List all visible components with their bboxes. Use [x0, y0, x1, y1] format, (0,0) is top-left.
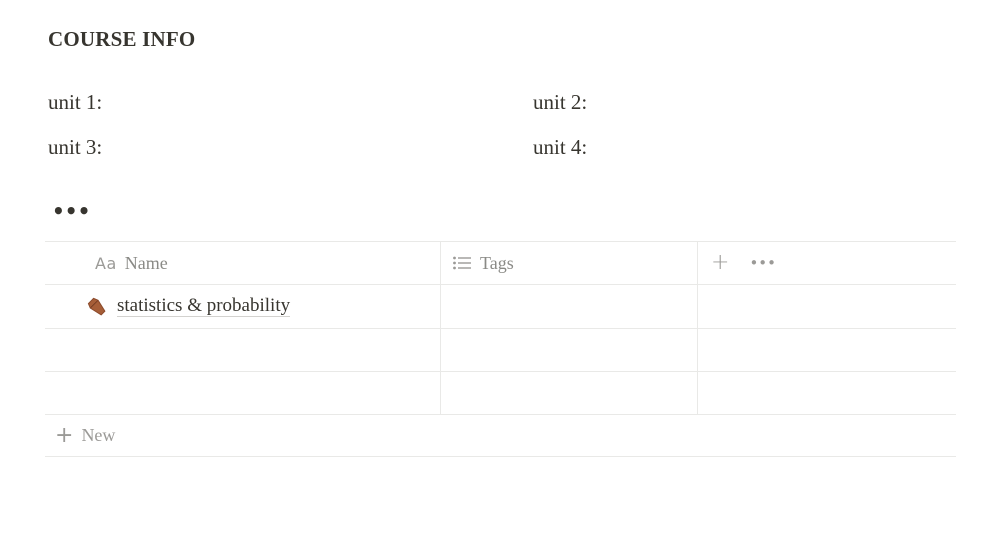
column-header-actions: + •••	[698, 242, 956, 284]
text-property-icon: Aa	[95, 253, 117, 273]
column-header-name[interactable]: Aa Name	[45, 242, 441, 284]
more-options-icon[interactable]: •••	[749, 254, 776, 272]
page-heading: COURSE INFO	[48, 27, 196, 51]
database-table: Aa Name Tags + ••• statistics & probabil…	[45, 241, 956, 457]
table-cell-tags[interactable]	[441, 372, 698, 414]
new-row-label: New	[81, 425, 116, 445]
unit-1-label: unit 1:	[48, 90, 103, 114]
table-row[interactable]	[45, 372, 956, 415]
plus-icon: +	[55, 422, 74, 448]
table-cell-name[interactable]: statistics & probability	[45, 285, 441, 328]
add-property-icon[interactable]: +	[711, 252, 729, 274]
table-cell-tags[interactable]	[441, 329, 698, 371]
unit-4-label: unit 4:	[533, 135, 588, 159]
unit-2-label: unit 2:	[533, 90, 588, 114]
table-cell-empty	[698, 372, 956, 414]
block-more-options-button[interactable]: •••	[52, 200, 90, 226]
table-row[interactable]: statistics & probability	[45, 285, 956, 329]
column-header-tags-label: Tags	[480, 252, 514, 273]
table-cell-name[interactable]	[45, 372, 441, 414]
table-cell-empty	[698, 329, 956, 371]
new-row-button[interactable]: + New	[45, 415, 956, 457]
table-row[interactable]	[45, 329, 956, 372]
unit-3-label: unit 3:	[48, 135, 103, 159]
column-header-tags[interactable]: Tags	[441, 242, 698, 284]
table-cell-tags[interactable]	[441, 285, 698, 328]
table-cell-empty	[698, 285, 956, 328]
column-header-name-label: Name	[124, 252, 168, 273]
coffin-icon	[87, 297, 106, 315]
list-icon	[453, 256, 471, 270]
table-header-row: Aa Name Tags + •••	[45, 241, 956, 285]
table-cell-name[interactable]	[45, 329, 441, 371]
row-title[interactable]: statistics & probability	[117, 296, 291, 317]
